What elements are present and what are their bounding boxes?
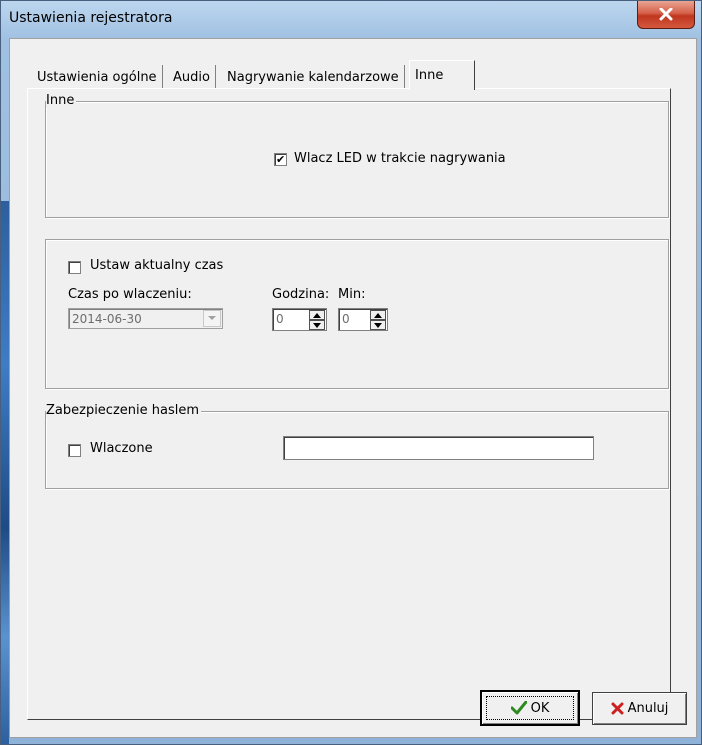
arrow-down-icon bbox=[313, 322, 321, 328]
cancel-button-label: Anuluj bbox=[627, 701, 669, 716]
tab-page-inne: Inne ✔ Wlacz LED w trakcie nagrywania Us… bbox=[27, 88, 671, 720]
x-icon bbox=[611, 702, 624, 715]
title-bar[interactable]: Ustawienia rejestratora bbox=[1, 1, 701, 37]
min-up-button[interactable] bbox=[370, 310, 386, 320]
group-inne: Inne ✔ Wlacz LED w trakcie nagrywania bbox=[45, 93, 669, 218]
min-spinner[interactable]: 0 bbox=[338, 308, 388, 331]
tab-inne[interactable]: Inne bbox=[409, 60, 475, 90]
password-input[interactable] bbox=[283, 436, 594, 460]
window-title: Ustawienia rejestratora bbox=[9, 10, 173, 26]
time-after-label: Czas po wlaczeniu: bbox=[68, 287, 192, 302]
tab-ustawienia-ogolne[interactable]: Ustawienia ogólne bbox=[32, 65, 163, 89]
min-label: Min: bbox=[338, 287, 366, 302]
ok-button[interactable]: OK bbox=[480, 690, 580, 726]
dialog-client-area: Ustawienia ogólne Audio Nagrywanie kalen… bbox=[9, 38, 697, 738]
group-password-title: Zabezpieczenie haslem bbox=[46, 403, 202, 418]
tab-label: Nagrywanie kalendarzowe bbox=[227, 70, 399, 85]
background-strip bbox=[1, 201, 9, 744]
arrow-down-icon bbox=[374, 322, 382, 328]
password-enabled-checkbox[interactable] bbox=[68, 444, 81, 457]
tab-label: Inne bbox=[415, 68, 444, 83]
date-dropdown-button[interactable] bbox=[203, 310, 221, 327]
chevron-down-icon bbox=[208, 316, 216, 320]
hour-label: Godzina: bbox=[272, 287, 330, 302]
min-down-button[interactable] bbox=[370, 320, 386, 330]
close-button[interactable] bbox=[637, 1, 695, 29]
tab-label: Audio bbox=[173, 70, 210, 85]
close-icon bbox=[659, 8, 673, 21]
hour-up-button[interactable] bbox=[309, 310, 325, 320]
tab-nagrywanie-kalendarzowe[interactable]: Nagrywanie kalendarzowe bbox=[222, 65, 405, 89]
dialog-window: Ustawienia rejestratora Ustawienia ogóln… bbox=[0, 0, 702, 745]
group-password: Zabezpieczenie haslem Wlaczone bbox=[45, 403, 669, 489]
led-checkbox-label: Wlacz LED w trakcie nagrywania bbox=[294, 151, 506, 166]
tab-audio[interactable]: Audio bbox=[168, 65, 216, 89]
group-time: Ustaw aktualny czas Czas po wlaczeniu: G… bbox=[45, 239, 669, 389]
checkmark-icon: ✔ bbox=[276, 153, 286, 166]
min-value: 0 bbox=[342, 312, 350, 326]
password-enabled-label: Wlaczone bbox=[90, 441, 153, 456]
date-value: 2014-06-30 bbox=[72, 312, 142, 326]
arrow-up-icon bbox=[374, 312, 382, 318]
arrow-up-icon bbox=[313, 312, 321, 318]
set-time-checkbox-label: Ustaw aktualny czas bbox=[90, 258, 224, 273]
hour-spinner[interactable]: 0 bbox=[272, 308, 327, 331]
tab-label: Ustawienia ogólne bbox=[37, 70, 157, 85]
hour-down-button[interactable] bbox=[309, 320, 325, 330]
led-checkbox[interactable]: ✔ bbox=[274, 153, 287, 166]
hour-value: 0 bbox=[276, 312, 284, 326]
group-inne-title: Inne bbox=[46, 93, 77, 108]
focus-rectangle bbox=[486, 696, 574, 720]
date-combo[interactable]: 2014-06-30 bbox=[68, 308, 223, 329]
set-time-checkbox[interactable] bbox=[68, 261, 81, 274]
cancel-button[interactable]: Anuluj bbox=[592, 692, 687, 725]
